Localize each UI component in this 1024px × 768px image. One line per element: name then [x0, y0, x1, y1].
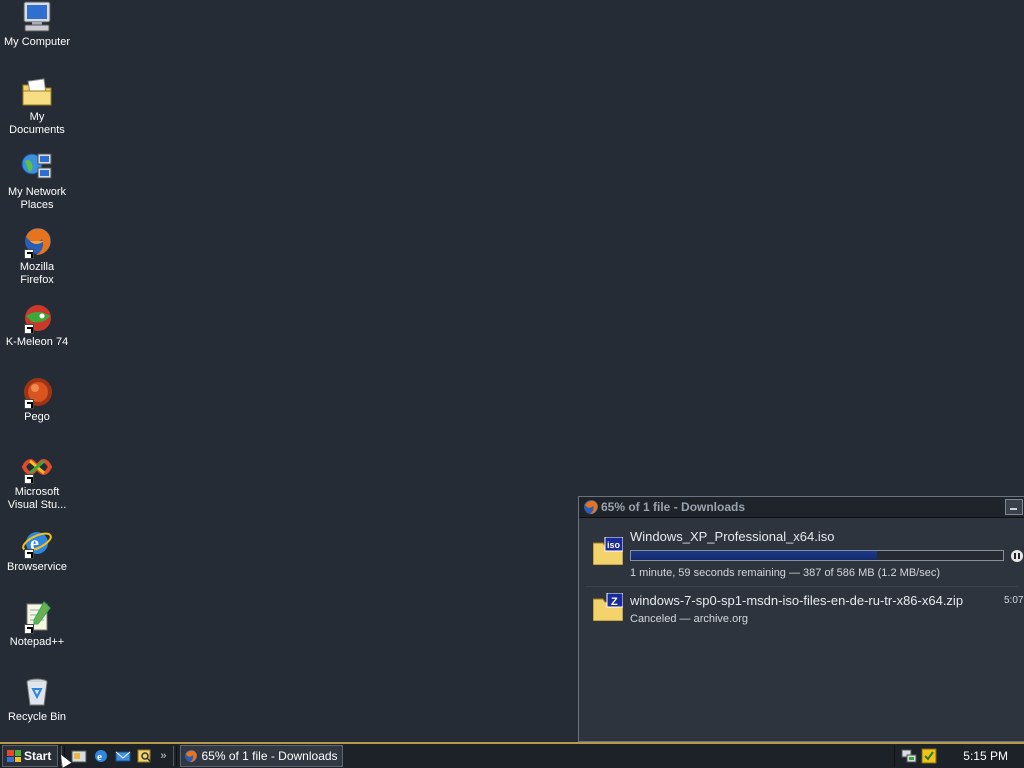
desktop-icon-my-network-places[interactable]: My Network Places [0, 150, 74, 212]
download-status: 1 minute, 59 seconds remaining — 387 of … [630, 567, 940, 579]
downloads-window[interactable]: 65% of 1 file - Downloads iso Windows_XP… [578, 496, 1024, 742]
shortcut-arrow-icon [24, 324, 34, 334]
desktop-icon-label: K-Meleon 74 [5, 336, 69, 348]
pause-icon[interactable] [1011, 550, 1023, 562]
taskbar-button-label: 65% of 1 file - Downloads [201, 749, 338, 763]
shortcut-arrow-icon [24, 474, 34, 484]
search-icon[interactable] [137, 748, 153, 764]
start-button[interactable]: Start [2, 745, 59, 767]
firefox-icon [584, 500, 598, 514]
desktop-icon-recycle-bin[interactable]: Recycle Bin [0, 675, 74, 724]
folder-documents-icon [20, 75, 54, 109]
downloads-title: 65% of 1 file - Downloads [601, 500, 746, 514]
zip-file-icon: Z [593, 593, 623, 621]
desktop-icon-label: Notepad++ [9, 636, 65, 648]
shortcut-arrow-icon [24, 549, 34, 559]
desktop-icon-label: Microsoft Visual Stu... [7, 486, 67, 511]
download-filename: windows-7-sp0-sp1-msdn-iso-files-en-de-r… [630, 593, 964, 608]
download-progress-bar [630, 550, 1004, 561]
taskbar-button-downloads[interactable]: 65% of 1 file - Downloads [180, 745, 344, 767]
desktop-icon-my-computer[interactable]: My Computer [0, 0, 74, 49]
desktop-icon-label: Recycle Bin [7, 711, 67, 723]
divider [585, 586, 1018, 587]
notepadpp-icon [20, 600, 54, 634]
network-connection-icon[interactable] [901, 748, 917, 764]
firefox-icon [185, 749, 198, 763]
desktop-icon-label: Browservice [7, 561, 67, 573]
system-tray: 5:15 PM [894, 745, 1024, 767]
download-time: 5:07 [1004, 595, 1024, 606]
shortcut-arrow-icon [24, 399, 34, 409]
download-status: Canceled — archive.org [630, 613, 749, 625]
show-desktop-icon[interactable] [71, 748, 87, 764]
shortcut-arrow-icon [24, 624, 34, 634]
downloads-titlebar[interactable]: 65% of 1 file - Downloads [579, 497, 1024, 518]
visual-studio-icon [20, 450, 54, 484]
tray-app-icon[interactable] [921, 748, 937, 764]
desktop-icon-my-documents[interactable]: My Documents [0, 75, 74, 137]
download-progress-fill [631, 551, 877, 560]
computer-icon [20, 0, 54, 34]
clock[interactable]: 5:15 PM [963, 749, 1008, 763]
desktop-icon-notepadpp[interactable]: Notepad++ [0, 600, 74, 649]
firefox-icon [20, 225, 54, 259]
download-filename: Windows_XP_Professional_x64.iso [630, 529, 835, 544]
taskbar: Start e » 65% of 1 file - Downloads 5:15… [0, 742, 1024, 768]
recycle-bin-icon [20, 675, 54, 709]
minimize-button[interactable] [1005, 499, 1023, 515]
desktop-icon-pego[interactable]: Pego [0, 375, 74, 424]
desktop-icon-label: My Network Places [7, 186, 67, 211]
desktop-icon-mozilla-firefox[interactable]: Mozilla Firefox [0, 225, 74, 287]
outlook-express-icon[interactable] [115, 748, 131, 764]
desktop-icon-label: Pego [24, 411, 50, 423]
svg-text:e: e [97, 751, 102, 763]
iso-file-icon: iso [593, 537, 623, 565]
desktop-icon-label: My Computer [3, 36, 71, 48]
desktop-icon-label: Mozilla Firefox [19, 261, 55, 286]
desktop-icon-browservice[interactable]: e Browservice [0, 525, 74, 574]
network-icon [20, 150, 54, 184]
internet-explorer-icon[interactable]: e [93, 748, 109, 764]
desktop-icon-k-meleon[interactable]: K-Meleon 74 [0, 300, 74, 349]
internet-explorer-icon: e [20, 525, 54, 559]
quicklaunch-more-chevron[interactable]: » [160, 750, 166, 762]
pego-icon [20, 375, 54, 409]
svg-text:iso: iso [607, 540, 621, 550]
svg-text:Z: Z [611, 596, 618, 608]
start-label: Start [24, 749, 52, 763]
windows-logo-icon [7, 750, 21, 762]
desktop-icon-visual-studio[interactable]: Microsoft Visual Stu... [0, 450, 74, 512]
shortcut-arrow-icon [24, 249, 34, 259]
divider [173, 746, 178, 766]
kmeleon-icon [20, 300, 54, 334]
desktop-icon-label: My Documents [9, 111, 65, 136]
